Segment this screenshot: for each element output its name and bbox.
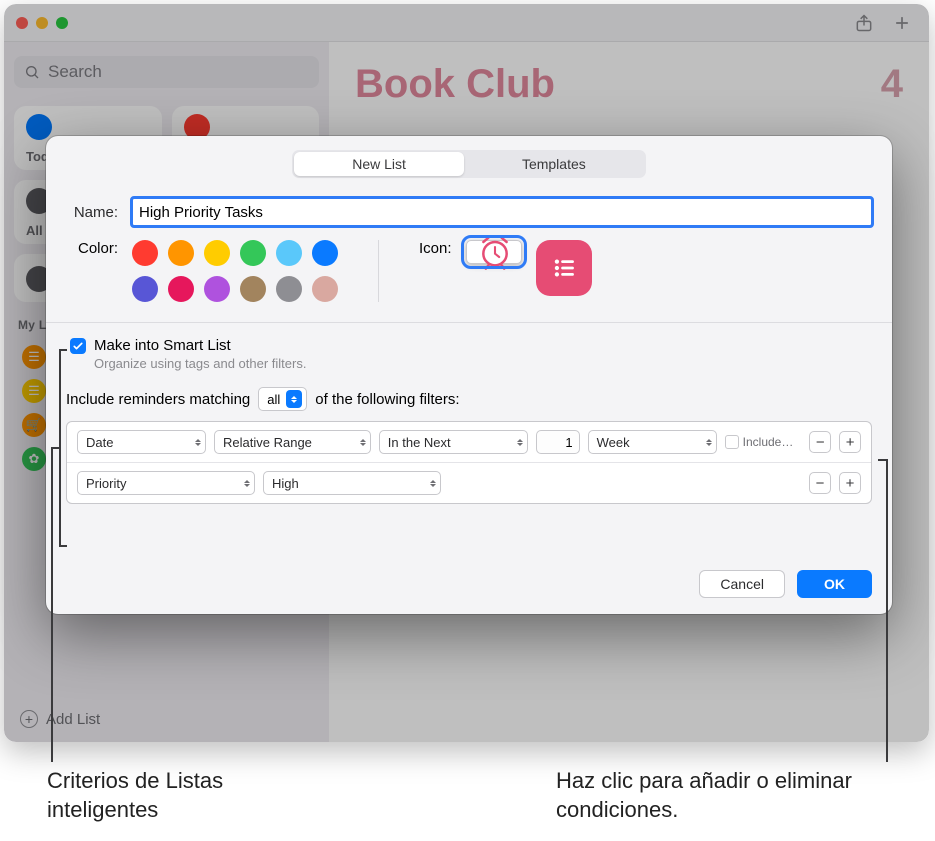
titlebar (4, 4, 929, 42)
remove-filter-button[interactable]: − (809, 431, 831, 453)
add-filter-button[interactable]: + (839, 431, 861, 453)
color-swatch[interactable] (168, 276, 194, 302)
color-swatch[interactable] (204, 276, 230, 302)
filter-list: Date Relative Range In the Next Week Inc… (66, 421, 872, 504)
alarm-clock-icon (475, 232, 515, 272)
color-swatch[interactable] (276, 240, 302, 266)
color-swatch[interactable] (312, 276, 338, 302)
share-icon[interactable] (849, 8, 879, 38)
filter-value-select[interactable]: High (263, 471, 441, 495)
callout-right: Haz clic para añadir o eliminar condicio… (556, 767, 896, 824)
match-mode-select[interactable]: all (258, 387, 307, 411)
filter-type-select[interactable]: Priority (77, 471, 255, 495)
color-swatch[interactable] (132, 240, 158, 266)
add-filter-button[interactable]: + (839, 472, 861, 494)
search-input[interactable]: Search (14, 56, 319, 88)
color-swatch[interactable] (204, 240, 230, 266)
color-swatch[interactable] (276, 276, 302, 302)
icon-choice-clock[interactable] (466, 240, 522, 264)
match-suffix: of the following filters: (315, 391, 459, 408)
filter-mode-select[interactable]: Relative Range (214, 430, 371, 454)
filter-row-priority: Priority High − + (67, 463, 871, 503)
window-close[interactable] (16, 17, 28, 29)
search-placeholder: Search (48, 62, 102, 82)
color-swatch[interactable] (312, 240, 338, 266)
filter-rel-select[interactable]: In the Next (379, 430, 528, 454)
color-swatch[interactable] (168, 240, 194, 266)
smart-list-checkbox[interactable] (70, 338, 86, 354)
filter-row-date: Date Relative Range In the Next Week Inc… (67, 422, 871, 463)
remove-filter-button[interactable]: − (809, 472, 831, 494)
name-input[interactable] (132, 198, 872, 226)
page-title: Book Club4 (355, 62, 903, 107)
window-zoom[interactable] (56, 17, 68, 29)
smart-list-label: Make into Smart List (94, 337, 231, 354)
search-icon (24, 64, 40, 80)
tab-templates[interactable]: Templates (464, 152, 644, 176)
callout-left: Criterios de Listas inteligentes (47, 767, 307, 824)
filter-type-select[interactable]: Date (77, 430, 206, 454)
ok-button[interactable]: OK (797, 570, 872, 598)
add-list-button[interactable]: +Add List (14, 704, 319, 734)
name-label: Name: (66, 204, 118, 221)
smart-list-description: Organize using tags and other filters. (94, 356, 872, 371)
filter-unit-select[interactable]: Week (588, 430, 717, 454)
tab-segment: New List Templates (292, 150, 646, 178)
match-prefix: Include reminders matching (66, 391, 250, 408)
list-bullet-icon (547, 251, 581, 285)
icon-choice-list[interactable] (536, 240, 592, 296)
color-swatch[interactable] (240, 240, 266, 266)
cancel-button[interactable]: Cancel (699, 570, 785, 598)
color-swatch[interactable] (132, 276, 158, 302)
tab-new-list[interactable]: New List (294, 152, 464, 176)
filter-value-input[interactable] (536, 430, 580, 454)
filter-include-checkbox[interactable]: Include… (725, 435, 794, 449)
new-list-modal: New List Templates Name: Color: (46, 136, 892, 614)
color-swatches (132, 240, 338, 302)
color-swatch[interactable] (240, 276, 266, 302)
icon-label: Icon: (419, 240, 452, 257)
color-label: Color: (66, 240, 118, 257)
window-minimize[interactable] (36, 17, 48, 29)
add-icon[interactable] (887, 8, 917, 38)
check-icon (72, 340, 84, 352)
